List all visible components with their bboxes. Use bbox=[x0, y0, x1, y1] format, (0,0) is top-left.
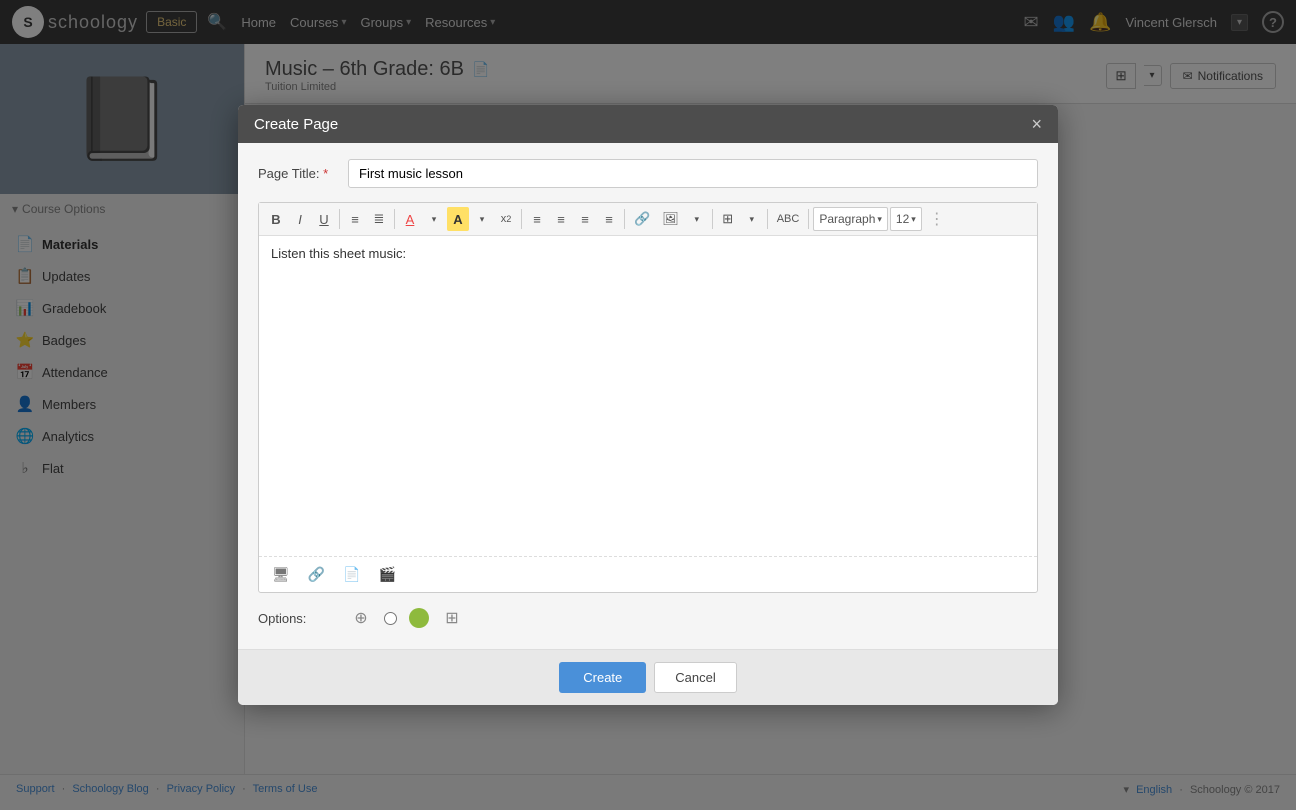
table-dropdown[interactable]: ▾ bbox=[741, 207, 763, 231]
options-share-icon[interactable]: ⊕ bbox=[350, 607, 372, 629]
page-title-input[interactable] bbox=[348, 159, 1038, 188]
options-color-circle[interactable] bbox=[409, 608, 429, 628]
fontsize-dropdown[interactable]: 12 ▾ bbox=[890, 207, 922, 231]
align-center-btn[interactable]: ≡ bbox=[550, 207, 572, 231]
image-dropdown[interactable]: ▾ bbox=[686, 207, 708, 231]
highlight-btn[interactable]: A bbox=[447, 207, 469, 231]
table-btn[interactable]: ⊞ bbox=[717, 207, 739, 231]
underline-btn[interactable]: U bbox=[313, 207, 335, 231]
editor-toolbar: B I U ≡ ≣ A ▾ A ▾ x2 ≡ ≡ ≡ ≡ bbox=[259, 203, 1037, 236]
spellcheck-btn[interactable]: ABC bbox=[772, 207, 805, 231]
editor-bottom-toolbar: 🖥 🔗 📄 🎬 bbox=[259, 556, 1037, 592]
image-btn[interactable]: 🖼 bbox=[657, 207, 684, 231]
paragraph-dropdown[interactable]: Paragraph ▾ bbox=[813, 207, 888, 231]
modal-overlay[interactable]: Create Page × Page Title: * B I U bbox=[0, 0, 1296, 810]
page-title-label: Page Title: * bbox=[258, 166, 338, 181]
toolbar-sep-5 bbox=[712, 209, 713, 229]
add-link-btn[interactable]: 🔗 bbox=[303, 563, 330, 586]
options-label: Options: bbox=[258, 611, 338, 626]
subscript-btn[interactable]: x2 bbox=[495, 207, 517, 231]
bold-btn[interactable]: B bbox=[265, 207, 287, 231]
fontsize-caret: ▾ bbox=[911, 214, 916, 225]
toolbar-sep-4 bbox=[624, 209, 625, 229]
editor-content[interactable]: Listen this sheet music: bbox=[259, 236, 1037, 556]
create-btn[interactable]: Create bbox=[559, 662, 646, 693]
bullet-list-btn[interactable]: ≡ bbox=[344, 207, 366, 231]
toolbar-sep-7 bbox=[808, 209, 809, 229]
font-color-dropdown[interactable]: ▾ bbox=[423, 207, 445, 231]
link-btn[interactable]: 🔗 bbox=[629, 207, 655, 231]
modal-footer: Create Cancel bbox=[238, 649, 1058, 705]
editor-area: B I U ≡ ≣ A ▾ A ▾ x2 ≡ ≡ ≡ ≡ bbox=[258, 202, 1038, 593]
required-indicator: * bbox=[323, 166, 328, 181]
options-radio[interactable] bbox=[384, 612, 397, 625]
toolbar-sep-6 bbox=[767, 209, 768, 229]
options-grid-icon[interactable]: ⊞ bbox=[441, 607, 463, 629]
more-options-btn[interactable]: ⋮ bbox=[924, 207, 950, 231]
create-page-modal: Create Page × Page Title: * B I U bbox=[238, 105, 1058, 705]
cancel-btn[interactable]: Cancel bbox=[654, 662, 736, 693]
modal-close-btn[interactable]: × bbox=[1031, 115, 1042, 133]
highlight-dropdown[interactable]: ▾ bbox=[471, 207, 493, 231]
modal-title: Create Page bbox=[254, 116, 338, 133]
add-resource-btn[interactable]: 🖥 bbox=[267, 563, 295, 586]
add-media-btn[interactable]: 🎬 bbox=[374, 563, 401, 586]
toolbar-sep-2 bbox=[394, 209, 395, 229]
font-color-btn[interactable]: A bbox=[399, 207, 421, 231]
options-row: Options: ⊕ ⊞ bbox=[258, 607, 1038, 629]
add-file-btn[interactable]: 📄 bbox=[338, 563, 365, 586]
align-right-btn[interactable]: ≡ bbox=[574, 207, 596, 231]
paragraph-caret: ▾ bbox=[877, 214, 882, 225]
page-title-row: Page Title: * bbox=[258, 159, 1038, 188]
align-left-btn[interactable]: ≡ bbox=[526, 207, 548, 231]
numbered-list-btn[interactable]: ≣ bbox=[368, 207, 390, 231]
align-justify-btn[interactable]: ≡ bbox=[598, 207, 620, 231]
italic-btn[interactable]: I bbox=[289, 207, 311, 231]
modal-header: Create Page × bbox=[238, 105, 1058, 143]
modal-body: Page Title: * B I U ≡ ≣ A ▾ A bbox=[238, 143, 1058, 649]
toolbar-sep-3 bbox=[521, 209, 522, 229]
toolbar-sep-1 bbox=[339, 209, 340, 229]
